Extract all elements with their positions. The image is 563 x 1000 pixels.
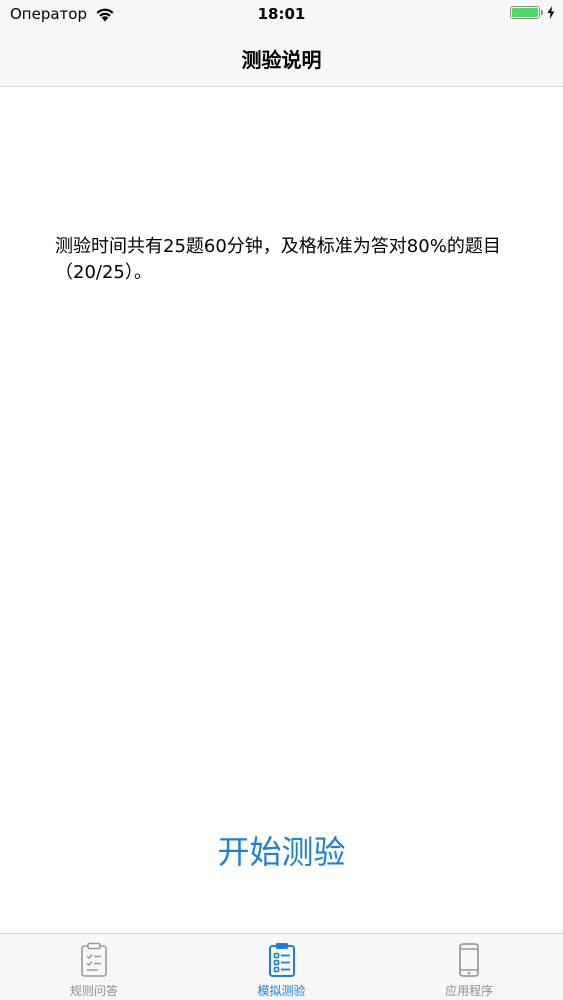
battery-indicator — [510, 6, 555, 19]
tab-label-apps: 应用程序 — [445, 984, 494, 998]
clipboard-list-icon — [268, 943, 295, 977]
screen: Оператор 18:01 测验说明 测验时间共有25题60分钟，及格标准为答… — [0, 0, 563, 1000]
tab-label-mock-quiz: 模拟测验 — [257, 984, 306, 998]
tab-rules-qa[interactable]: 规则问答 — [0, 934, 188, 1000]
start-quiz-button[interactable]: 开始测验 — [150, 826, 413, 874]
charging-bolt-icon — [547, 6, 555, 19]
tab-label-rules-qa: 规则问答 — [69, 984, 118, 998]
quiz-description: 测验时间共有25题60分钟，及格标准为答对80%的题目（20/25）。 — [55, 236, 501, 283]
tab-mock-quiz[interactable]: 模拟测验 — [188, 934, 376, 1000]
battery-nub — [541, 10, 543, 15]
page-title: 测验说明 — [241, 48, 322, 72]
battery-icon — [510, 6, 540, 19]
status-bar: Оператор 18:01 — [0, 0, 563, 30]
clock: 18:01 — [257, 5, 306, 23]
battery-fill — [512, 8, 538, 17]
clipboard-checklist-icon — [81, 942, 107, 977]
navigation-bar: 测验说明 — [0, 30, 563, 87]
phone-icon — [459, 943, 480, 977]
tab-apps[interactable]: 应用程序 — [375, 934, 563, 1000]
tab-bar: 规则问答 模拟测验 应用程序 — [0, 933, 563, 1000]
